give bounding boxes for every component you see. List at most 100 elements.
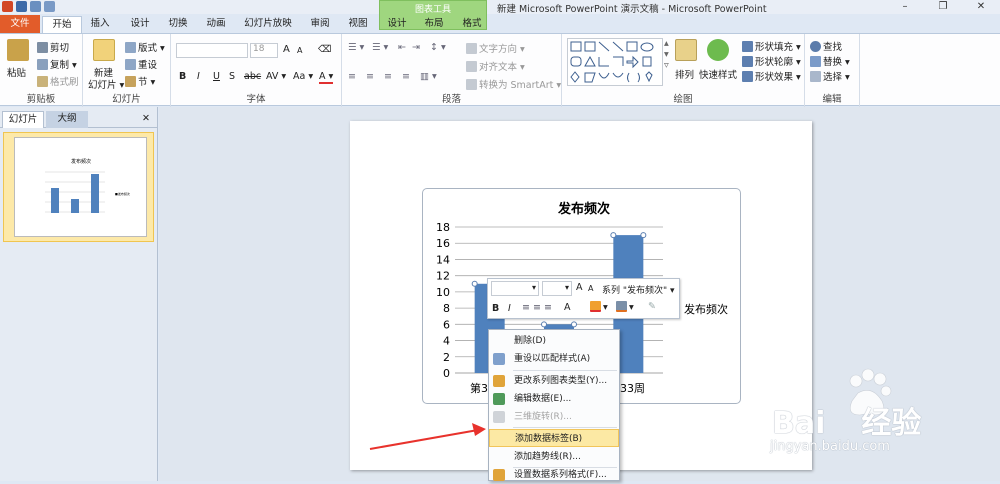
mini-fill-color-icon[interactable]: ▾ xyxy=(590,301,608,313)
gallery-scroll-icon[interactable]: ▴ ▾ ▿ xyxy=(664,38,669,71)
menu-item-add-data-labels[interactable]: 添加数据标签(B) xyxy=(489,429,619,447)
tab-chart-design[interactable]: 设计 xyxy=(382,16,412,33)
mini-font-color[interactable]: A xyxy=(564,302,571,313)
tab-chart-layout[interactable]: 布局 xyxy=(418,16,450,33)
line-spacing-icon[interactable]: ↕ ▾ xyxy=(430,42,446,53)
arrange-icon[interactable] xyxy=(675,39,697,61)
decrease-indent-icon[interactable]: ⇤ xyxy=(398,42,406,53)
selection-handle[interactable] xyxy=(610,232,617,239)
section-button[interactable]: 节 ▾ xyxy=(125,74,155,88)
replace-button[interactable]: 替换 ▾ xyxy=(810,54,850,68)
shapes-icon[interactable] xyxy=(568,39,664,87)
minimize-icon[interactable]: – xyxy=(886,0,924,14)
align-left-icon[interactable]: ≡ xyxy=(348,71,356,82)
slide-thumbnail-selected[interactable]: 发布频次 ■发布频次 xyxy=(3,132,154,242)
reset-button[interactable]: 重设 xyxy=(125,57,157,71)
menu-item-change-chart-type[interactable]: 更改系列图表类型(Y)... xyxy=(489,372,619,390)
grow-font-button[interactable]: A xyxy=(283,44,290,55)
series-selector[interactable]: 系列 "发布频次" ▾ xyxy=(602,283,675,296)
arrange-button[interactable]: 排列 xyxy=(675,67,694,81)
selection-handle[interactable] xyxy=(471,280,478,287)
char-spacing-button[interactable]: AV ▾ xyxy=(266,71,286,82)
tab-slides-panel[interactable]: 幻灯片 xyxy=(2,111,44,128)
menu-item-edit-data[interactable]: 编辑数据(E)... xyxy=(489,390,619,408)
tab-review[interactable]: 审阅 xyxy=(304,16,336,33)
menu-item-format-series[interactable]: 设置数据系列格式(F)... xyxy=(489,466,619,484)
undo-icon[interactable] xyxy=(30,1,41,12)
redo-icon[interactable] xyxy=(44,1,55,12)
font-color-button[interactable]: A ▾ xyxy=(319,71,334,84)
clear-format-icon[interactable]: ⌫ xyxy=(318,44,331,55)
tab-insert[interactable]: 插入 xyxy=(84,16,116,33)
quick-styles-icon[interactable] xyxy=(707,39,729,61)
new-slide-dropdown[interactable]: 幻灯片 ▾ xyxy=(88,77,124,91)
legend-entry[interactable]: 发布频次 xyxy=(684,302,728,316)
close-panel-icon[interactable]: ✕ xyxy=(138,111,154,128)
justify-icon[interactable]: ≡ xyxy=(402,71,410,82)
mini-align-icons[interactable]: ≡ ≡ ≡ xyxy=(522,302,552,313)
selection-handle[interactable] xyxy=(541,321,547,328)
mini-shrink-font[interactable]: A xyxy=(588,284,593,293)
align-center-icon[interactable]: ≡ xyxy=(366,71,374,82)
shape-effects-button[interactable]: 形状效果 ▾ xyxy=(742,69,801,83)
tab-slideshow[interactable]: 幻灯片放映 xyxy=(240,16,296,33)
y-tick-label: 8 xyxy=(443,302,450,315)
paste-icon[interactable] xyxy=(7,39,29,61)
restore-icon[interactable]: ❐ xyxy=(924,0,962,14)
shape-outline-button[interactable]: 形状轮廓 ▾ xyxy=(742,54,801,68)
layout-button[interactable]: 版式 ▾ xyxy=(125,40,165,54)
increase-indent-icon[interactable]: ⇥ xyxy=(412,42,420,53)
save-icon[interactable] xyxy=(16,1,27,12)
font-name-input[interactable] xyxy=(176,43,248,58)
text-direction-button[interactable]: 文字方向 ▾ xyxy=(466,41,525,55)
strikethrough-button[interactable]: abc xyxy=(244,71,261,82)
tab-view[interactable]: 视图 xyxy=(342,16,374,33)
find-button[interactable]: 查找 xyxy=(810,39,842,53)
shadow-button[interactable]: S xyxy=(229,71,235,82)
slide-thumbnail[interactable]: 发布频次 ■发布频次 xyxy=(14,137,147,237)
mini-format-painter-icon[interactable]: ✎ xyxy=(648,301,656,312)
tab-transitions[interactable]: 切换 xyxy=(162,16,194,33)
menu-item-add-trendline[interactable]: 添加趋势线(R)... xyxy=(489,448,619,466)
chart-title[interactable]: 发布频次 xyxy=(557,201,610,217)
menu-item-reset-style[interactable]: 重设以匹配样式(A) xyxy=(489,350,619,368)
effects-icon xyxy=(742,71,753,82)
tab-chart-format[interactable]: 格式 xyxy=(456,16,488,33)
close-icon[interactable]: ✕ xyxy=(962,0,1000,14)
select-button[interactable]: 选择 ▾ xyxy=(810,69,850,83)
columns-icon[interactable]: ▥ ▾ xyxy=(420,71,437,82)
tab-animations[interactable]: 动画 xyxy=(200,16,232,33)
shapes-gallery[interactable] xyxy=(567,38,663,86)
mini-size-input[interactable]: ▾ xyxy=(542,281,572,296)
tab-home[interactable]: 开始 xyxy=(42,16,82,33)
quick-styles-button[interactable]: 快速样式 xyxy=(699,67,737,81)
cut-button[interactable]: 剪切 xyxy=(37,40,69,54)
paste-button[interactable]: 粘贴 xyxy=(7,65,26,79)
bullets-icon[interactable]: ☰ ▾ xyxy=(348,42,364,53)
align-text-button[interactable]: 对齐文本 ▾ xyxy=(466,59,525,73)
selection-handle[interactable] xyxy=(640,232,647,239)
font-size-input[interactable]: 18 xyxy=(250,43,278,58)
shrink-font-button[interactable]: A xyxy=(297,46,302,55)
shape-fill-button[interactable]: 形状填充 ▾ xyxy=(742,39,801,53)
copy-button[interactable]: 复制 ▾ xyxy=(37,57,77,71)
menu-item-delete[interactable]: 删除(D) xyxy=(489,332,619,350)
format-painter-button[interactable]: 格式刷 xyxy=(37,74,79,88)
selection-handle[interactable] xyxy=(571,321,577,328)
bold-button[interactable]: B xyxy=(179,71,186,82)
convert-smartart-button[interactable]: 转换为 SmartArt ▾ xyxy=(466,77,561,91)
tab-design[interactable]: 设计 xyxy=(124,16,156,33)
change-case-button[interactable]: Aa ▾ xyxy=(293,71,313,82)
tab-outline-panel[interactable]: 大纲 xyxy=(46,111,88,128)
mini-font-input[interactable]: ▾ xyxy=(491,281,539,296)
tab-file[interactable]: 文件 xyxy=(0,15,40,33)
align-right-icon[interactable]: ≡ xyxy=(384,71,392,82)
mini-italic-button[interactable]: I xyxy=(508,303,511,314)
mini-grow-font[interactable]: A xyxy=(576,282,583,293)
mini-outline-color-icon[interactable]: ▾ xyxy=(616,301,634,313)
new-slide-icon[interactable] xyxy=(93,39,115,61)
mini-bold-button[interactable]: B xyxy=(492,303,499,314)
numbering-icon[interactable]: ☰ ▾ xyxy=(372,42,388,53)
underline-button[interactable]: U xyxy=(213,71,220,82)
italic-button[interactable]: I xyxy=(197,71,200,82)
